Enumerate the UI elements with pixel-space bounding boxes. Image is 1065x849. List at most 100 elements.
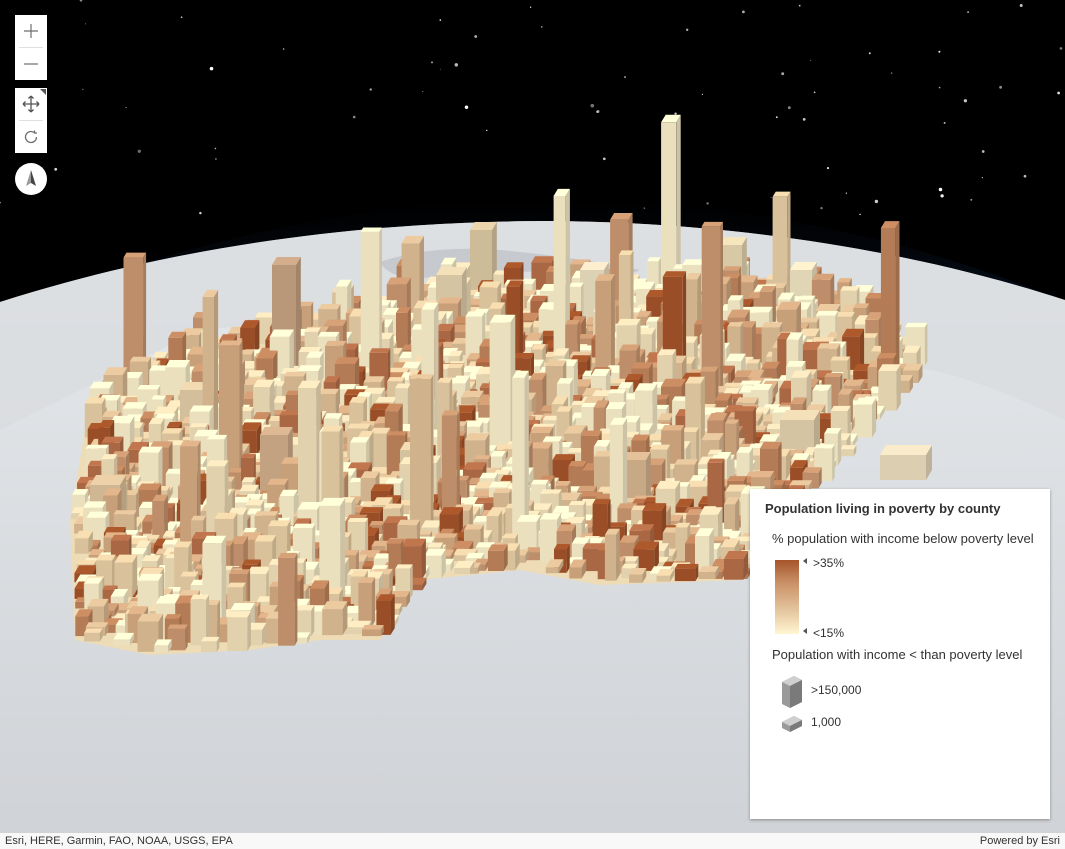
county-block xyxy=(322,601,348,636)
star xyxy=(54,167,58,171)
star xyxy=(981,176,984,179)
star xyxy=(859,213,861,216)
star xyxy=(686,28,689,31)
county-block xyxy=(695,528,714,570)
star xyxy=(439,19,442,21)
star xyxy=(999,85,1003,89)
county-block xyxy=(604,528,620,581)
star xyxy=(820,206,823,210)
county-block xyxy=(396,307,411,349)
star xyxy=(706,202,709,205)
county-block xyxy=(358,577,376,627)
county-block xyxy=(113,632,135,646)
county-block xyxy=(701,221,723,390)
star xyxy=(802,118,806,121)
star xyxy=(529,6,532,8)
star xyxy=(868,52,871,55)
star xyxy=(1019,4,1023,7)
star xyxy=(938,187,943,192)
corner-indicator xyxy=(40,89,46,95)
star xyxy=(775,116,778,119)
size-row-max: >150,000 xyxy=(780,674,1035,712)
zoom-in-button[interactable] xyxy=(15,15,47,47)
pan-button[interactable] xyxy=(15,88,47,120)
county-block xyxy=(487,544,508,571)
compass-icon xyxy=(26,170,36,186)
star xyxy=(798,4,801,7)
ramp-tick-low xyxy=(803,628,807,634)
rotate-icon xyxy=(24,130,38,144)
county-block xyxy=(595,274,615,375)
county-block xyxy=(878,364,901,411)
county-block xyxy=(227,611,251,651)
ramp-max-label: >35% xyxy=(813,556,845,570)
star xyxy=(787,106,791,110)
size-label: Population with income < than poverty le… xyxy=(772,647,1023,662)
star xyxy=(602,157,606,161)
county-block xyxy=(489,314,516,446)
navigation-toggle xyxy=(15,88,47,153)
star xyxy=(422,91,424,93)
star xyxy=(940,194,944,198)
star xyxy=(82,88,84,91)
county-block xyxy=(296,605,315,637)
star xyxy=(967,11,970,14)
county-block xyxy=(154,639,172,653)
county-block xyxy=(724,551,749,580)
star xyxy=(439,68,441,70)
star xyxy=(701,93,704,95)
color-ramp-bar xyxy=(775,560,799,634)
size-min-label: 1,000 xyxy=(811,715,842,729)
county-block xyxy=(698,566,719,579)
star xyxy=(369,88,372,91)
star xyxy=(214,147,217,150)
attribution-sources[interactable]: Esri, HERE, Garmin, FAO, NOAA, USGS, EPA xyxy=(5,833,233,849)
star xyxy=(125,107,127,109)
county-block xyxy=(854,397,877,438)
star xyxy=(810,60,812,62)
star xyxy=(845,192,848,194)
county-block xyxy=(362,625,384,637)
county-block xyxy=(410,374,434,534)
star xyxy=(781,72,785,76)
county-block xyxy=(84,628,103,642)
star xyxy=(890,72,893,74)
star xyxy=(464,105,469,109)
size-max-label: >150,000 xyxy=(811,683,862,697)
legend-title: Population living in poverty by county xyxy=(765,501,1001,516)
county-block xyxy=(298,380,321,511)
extrusion-small-icon xyxy=(782,716,802,732)
star xyxy=(674,112,677,115)
extrusion-large-icon xyxy=(782,676,802,708)
star xyxy=(1059,47,1063,50)
county-block xyxy=(629,568,647,583)
color-ramp: >35% <15% xyxy=(775,556,1035,646)
color-ramp-label: % population with income below poverty l… xyxy=(772,531,1034,546)
star xyxy=(180,16,183,19)
star xyxy=(215,158,217,160)
county-block xyxy=(674,563,699,582)
star xyxy=(486,129,488,132)
star xyxy=(590,103,595,108)
compass-button[interactable] xyxy=(15,163,47,195)
star xyxy=(742,10,745,14)
star xyxy=(624,76,626,79)
star xyxy=(826,167,830,170)
star xyxy=(352,115,356,119)
star xyxy=(199,211,202,215)
star xyxy=(963,99,968,103)
zoom-out-button[interactable] xyxy=(15,48,47,80)
attribution-bar: Esri, HERE, Garmin, FAO, NOAA, USGS, EPA… xyxy=(0,833,1065,849)
star xyxy=(943,121,946,124)
rotate-button[interactable] xyxy=(15,121,47,153)
ramp-min-label: <15% xyxy=(813,626,845,640)
star xyxy=(770,197,772,199)
county-block xyxy=(840,445,857,457)
star xyxy=(1057,91,1060,95)
star xyxy=(874,199,879,204)
powered-by[interactable]: Powered by Esri xyxy=(980,833,1060,849)
county-block xyxy=(74,530,93,554)
legend-panel: Population living in poverty by county %… xyxy=(750,489,1050,819)
star xyxy=(938,50,941,53)
star xyxy=(813,91,816,94)
